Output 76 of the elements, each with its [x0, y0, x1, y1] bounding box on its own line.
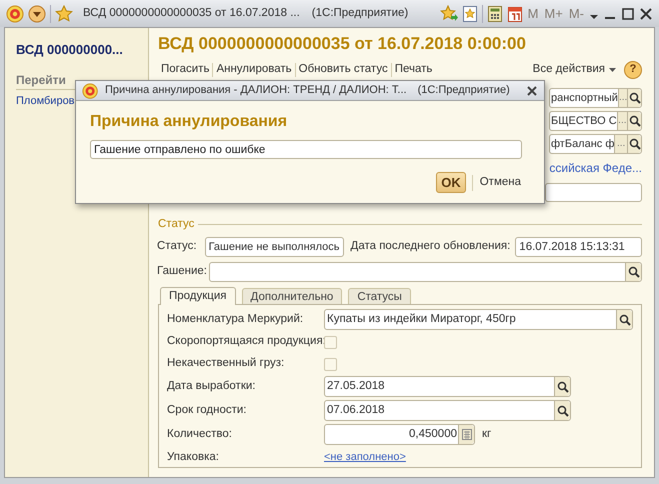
- field-label: Дата выработки:: [167, 379, 256, 394]
- app-name: (1С:Предприятие): [312, 6, 408, 21]
- sidebar-title: ВСД 000000000...: [16, 41, 124, 59]
- command-button[interactable]: Аннулировать: [213, 62, 295, 77]
- help-button[interactable]: ?: [624, 60, 642, 78]
- search-button[interactable]: [554, 401, 570, 420]
- maximize-icon[interactable]: [621, 6, 635, 20]
- search-icon: [628, 137, 641, 150]
- checkbox[interactable]: [324, 358, 337, 370]
- cancel-button[interactable]: Отмена: [478, 172, 522, 193]
- form-title: ВСД 0000000000000035 от 16.07.2018 0:00:00: [158, 33, 527, 55]
- close-icon[interactable]: [526, 84, 538, 96]
- date-field[interactable]: 16.07.2018 15:13:31: [515, 236, 642, 257]
- all-actions-button[interactable]: Все действия: [532, 62, 616, 77]
- input-field[interactable]: ранспортный...: [549, 88, 642, 108]
- ellipsis-button[interactable]: ...: [616, 112, 627, 130]
- calculator-button[interactable]: [458, 424, 474, 444]
- command-button[interactable]: Печать: [392, 62, 436, 77]
- link[interactable]: ссийская Феде...: [549, 158, 642, 176]
- app-logo-icon[interactable]: [6, 4, 24, 22]
- tab[interactable]: Дополнительно: [242, 288, 342, 304]
- search-icon: [556, 380, 569, 394]
- dropdown-circle-icon[interactable]: [28, 4, 46, 22]
- field-label: Гашение:: [157, 264, 207, 280]
- ok-button[interactable]: OK: [436, 172, 466, 193]
- search-icon: [628, 114, 641, 127]
- close-icon[interactable]: [639, 6, 653, 20]
- search-icon: [618, 312, 631, 326]
- number-field[interactable]: 0,450000: [324, 424, 475, 445]
- star-icon[interactable]: [55, 4, 73, 22]
- input-field[interactable]: [208, 262, 642, 282]
- ellipsis-button[interactable]: ...: [614, 134, 627, 152]
- star-arrow-icon[interactable]: [440, 4, 458, 22]
- command-button[interactable]: Погасить: [158, 62, 212, 77]
- date-field[interactable]: 07.06.2018: [324, 400, 571, 422]
- field-label: Количество:: [167, 426, 233, 442]
- calendar-icon[interactable]: [506, 4, 523, 22]
- input-field[interactable]: фтБаланс ф ...: [549, 134, 642, 154]
- calculator-icon: [462, 428, 472, 440]
- ellipsis-button[interactable]: ...: [618, 88, 628, 106]
- field-label: Дата последнего обновления:: [350, 239, 510, 254]
- field-label: Срок годности:: [167, 403, 248, 418]
- status-field[interactable]: Гашение не выполнялось: [204, 236, 344, 257]
- unit-label: кг: [482, 426, 492, 442]
- link[interactable]: <не заполнено>: [324, 449, 406, 466]
- input-field[interactable]: [545, 182, 642, 202]
- field-label: Скоропортящаяся продукция:: [167, 334, 324, 350]
- field-label: Упаковка:: [167, 450, 220, 465]
- search-icon: [628, 91, 642, 104]
- window-title: ВСД 0000000000000035 от 16.07.2018 ...: [83, 6, 300, 21]
- date-field[interactable]: 27.05.2018: [324, 376, 571, 398]
- search-button[interactable]: [626, 134, 641, 152]
- input-field[interactable]: БЩЕСТВО С...: [549, 110, 642, 130]
- tab[interactable]: Статусы: [348, 288, 411, 304]
- app-name: (1С:Предприятие): [418, 83, 510, 98]
- search-button[interactable]: [625, 262, 641, 281]
- field-label: Статус:: [157, 239, 197, 254]
- dialog-heading: Причина аннулирования: [90, 112, 288, 132]
- caret-icon: [609, 66, 616, 72]
- search-icon: [556, 404, 569, 418]
- search-button[interactable]: [616, 310, 632, 329]
- tab[interactable]: Продукция: [160, 286, 236, 305]
- search-button[interactable]: [627, 112, 641, 130]
- reason-input[interactable]: Гашение отправлено по ошибке: [90, 140, 522, 159]
- search-button[interactable]: [627, 88, 642, 106]
- sidebar-link[interactable]: Пломбиров: [16, 92, 75, 109]
- search-button[interactable]: [554, 377, 570, 396]
- input-field[interactable]: Купаты из индейки Мираторг, 450гр: [324, 308, 633, 330]
- command-button[interactable]: Обновить статус: [296, 62, 391, 77]
- calculator-icon[interactable]: [486, 4, 503, 22]
- app-logo-icon: [82, 82, 98, 98]
- group-legend: Статус: [158, 216, 194, 233]
- search-icon: [627, 265, 640, 278]
- field-label: Номенклатура Меркурий:: [167, 312, 304, 326]
- checkbox[interactable]: [324, 336, 337, 348]
- field-label: Некачественный груз:: [167, 356, 286, 372]
